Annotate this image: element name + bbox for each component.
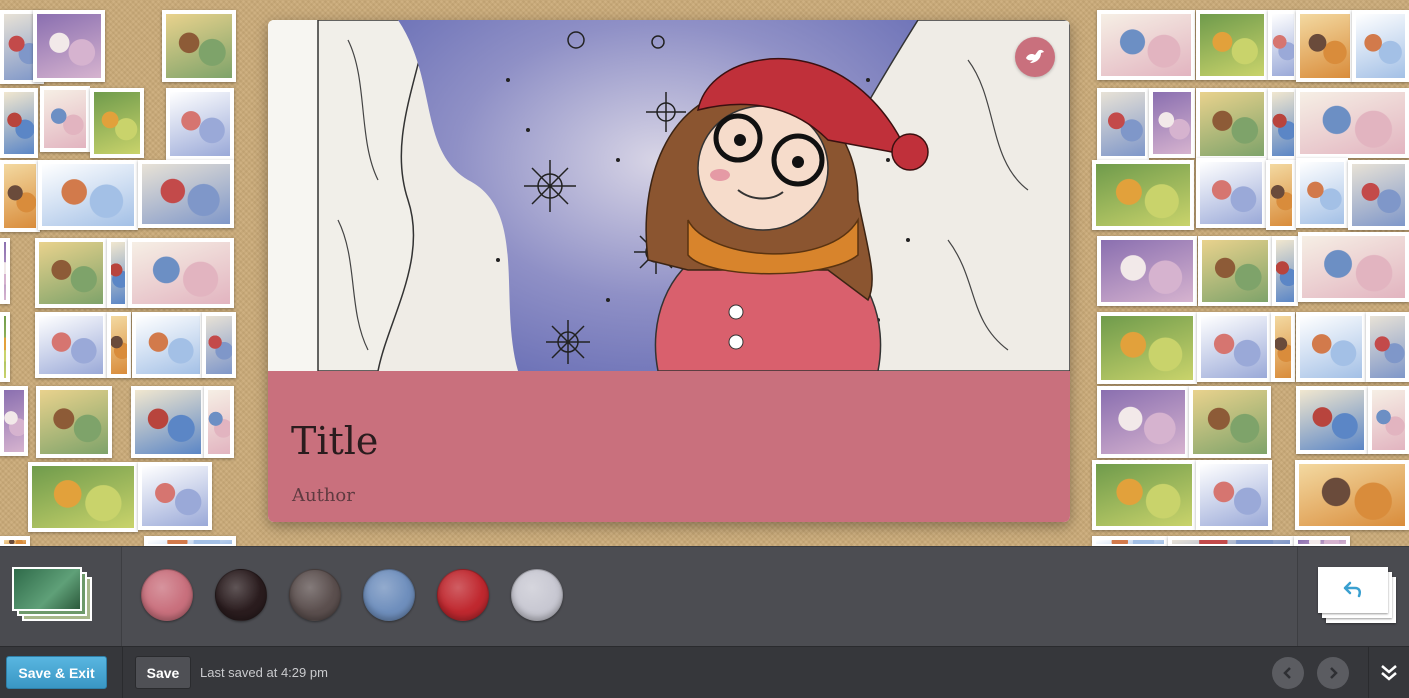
color-swatch[interactable] [289,569,341,621]
illustration-thumbnail[interactable] [1097,312,1197,384]
illustration-thumbnail[interactable] [1196,88,1268,160]
illustration-thumbnail[interactable] [1197,312,1271,382]
illustration-thumbnail[interactable] [138,462,212,530]
footer-bar: Save & Exit Save Last saved at 4:29 pm [0,646,1409,698]
illustration-thumbnail[interactable] [38,160,138,230]
illustration-thumbnail[interactable] [35,238,107,308]
illustration-thumbnail[interactable] [1296,88,1409,158]
illustration-thumbnail[interactable] [0,536,30,546]
cover-text-panel[interactable]: Title Author [268,371,1070,522]
color-swatch[interactable] [511,569,563,621]
illustration-thumbnail[interactable] [40,86,90,152]
illustration-thumbnail[interactable] [1296,158,1348,228]
illustration-thumbnail[interactable] [0,238,10,304]
illustration-thumbnail[interactable] [144,536,236,546]
illustration-thumbnail[interactable] [28,462,138,532]
footer-divider [122,647,123,698]
illustration-thumbnail[interactable] [0,88,38,158]
winter-girl-illustration [268,20,1070,371]
illustration-thumbnail[interactable] [107,312,131,378]
illustration-thumbnail[interactable] [0,312,10,382]
illustration-thumbnail[interactable] [1196,460,1272,530]
illustration-thumbnail[interactable] [1296,386,1368,454]
cover-author[interactable]: Author [292,485,355,506]
illustration-thumbnail[interactable] [1366,312,1409,382]
undo-stack [1318,567,1398,623]
illustration-thumbnail[interactable] [1268,88,1298,160]
cork-board: Title Author [0,0,1409,546]
illustration-thumbnail[interactable] [1196,158,1266,228]
illustration-thumbnail[interactable] [132,312,204,378]
illustration-thumbnail[interactable] [1295,460,1409,530]
illustration-thumbnail[interactable] [1271,312,1295,382]
layout-stack-icon [12,567,92,623]
save-and-exit-button[interactable]: Save & Exit [6,656,107,689]
illustration-thumbnail[interactable] [1189,386,1271,458]
illustration-thumbnail[interactable] [0,386,28,456]
illustration-thumbnail[interactable] [107,238,129,308]
color-swatch[interactable] [141,569,193,621]
color-swatch[interactable] [215,569,267,621]
illustration-thumbnail[interactable] [166,88,234,160]
illustration-thumbnail[interactable] [138,160,234,228]
illustration-thumbnail[interactable] [1092,536,1168,546]
cover-title[interactable]: Title [291,419,378,463]
illustration-thumbnail[interactable] [1097,10,1195,80]
illustration-thumbnail[interactable] [1092,460,1196,530]
illustration-thumbnail[interactable] [1149,88,1195,158]
illustration-thumbnail[interactable] [1196,10,1268,80]
illustration-thumbnail[interactable] [33,10,105,82]
undo-arrow-icon [1343,581,1362,598]
cover-illustration[interactable] [268,20,1070,371]
illustration-thumbnail[interactable] [1097,386,1189,458]
illustration-thumbnail[interactable] [1368,386,1409,454]
color-swatch[interactable] [437,569,489,621]
undo-button[interactable] [1297,547,1409,647]
illustration-thumbnail[interactable] [202,312,236,378]
illustration-thumbnail[interactable] [1168,536,1294,546]
illustration-thumbnail[interactable] [162,10,236,82]
illustration-thumbnail[interactable] [204,386,234,458]
illustration-thumbnail[interactable] [35,312,107,378]
illustration-thumbnail[interactable] [1198,236,1272,306]
layout-picker-button[interactable] [0,547,122,647]
illustration-thumbnail[interactable] [128,238,234,308]
illustration-thumbnail[interactable] [1352,10,1409,82]
collapse-toolbar-button[interactable] [1368,647,1409,698]
share-button[interactable] [1015,37,1055,77]
next-page-button[interactable] [1317,657,1349,689]
illustration-thumbnail[interactable] [1092,160,1194,230]
save-button[interactable]: Save [135,656,191,689]
double-chevron-down-icon [1381,665,1397,681]
illustration-thumbnail[interactable] [1296,10,1354,82]
design-toolbar [0,546,1409,647]
illustration-thumbnail[interactable] [36,386,112,458]
illustration-thumbnail[interactable] [1296,312,1366,382]
illustration-thumbnail[interactable] [1298,232,1409,302]
chevron-left-icon [1283,667,1291,679]
illustration-thumbnail[interactable] [1266,160,1296,230]
illustration-thumbnail[interactable] [0,160,40,232]
illustration-thumbnail[interactable] [1097,236,1197,306]
color-swatch[interactable] [363,569,415,621]
illustration-thumbnail[interactable] [1097,88,1149,160]
chevron-right-icon [1330,667,1338,679]
illustration-thumbnail[interactable] [90,88,144,158]
illustration-thumbnail[interactable] [1294,536,1350,546]
bird-icon [1026,49,1044,63]
previous-page-button[interactable] [1272,657,1304,689]
illustration-thumbnail[interactable] [131,386,205,458]
illustration-thumbnail[interactable] [1268,10,1298,80]
illustration-thumbnail[interactable] [1348,160,1409,230]
last-saved-status: Last saved at 4:29 pm [200,665,328,680]
illustration-thumbnail[interactable] [1272,236,1298,306]
book-cover-card[interactable]: Title Author [268,20,1070,522]
